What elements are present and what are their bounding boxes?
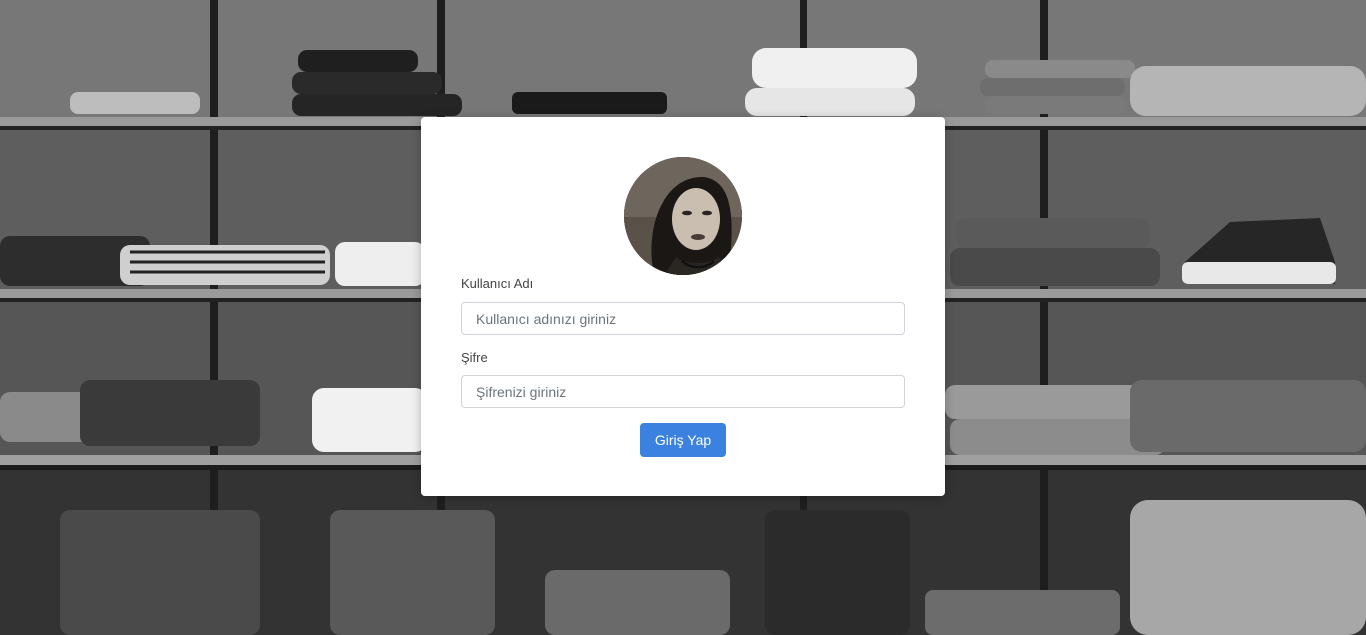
password-label: Şifre bbox=[461, 350, 488, 365]
user-avatar bbox=[624, 157, 742, 275]
avatar-photo-icon bbox=[624, 157, 742, 275]
login-card: Kullanıcı Adı Şifre Giriş Yap bbox=[421, 117, 945, 496]
username-input[interactable] bbox=[461, 302, 905, 335]
login-button[interactable]: Giriş Yap bbox=[640, 423, 726, 457]
username-label: Kullanıcı Adı bbox=[461, 276, 534, 291]
password-input[interactable] bbox=[461, 375, 905, 408]
